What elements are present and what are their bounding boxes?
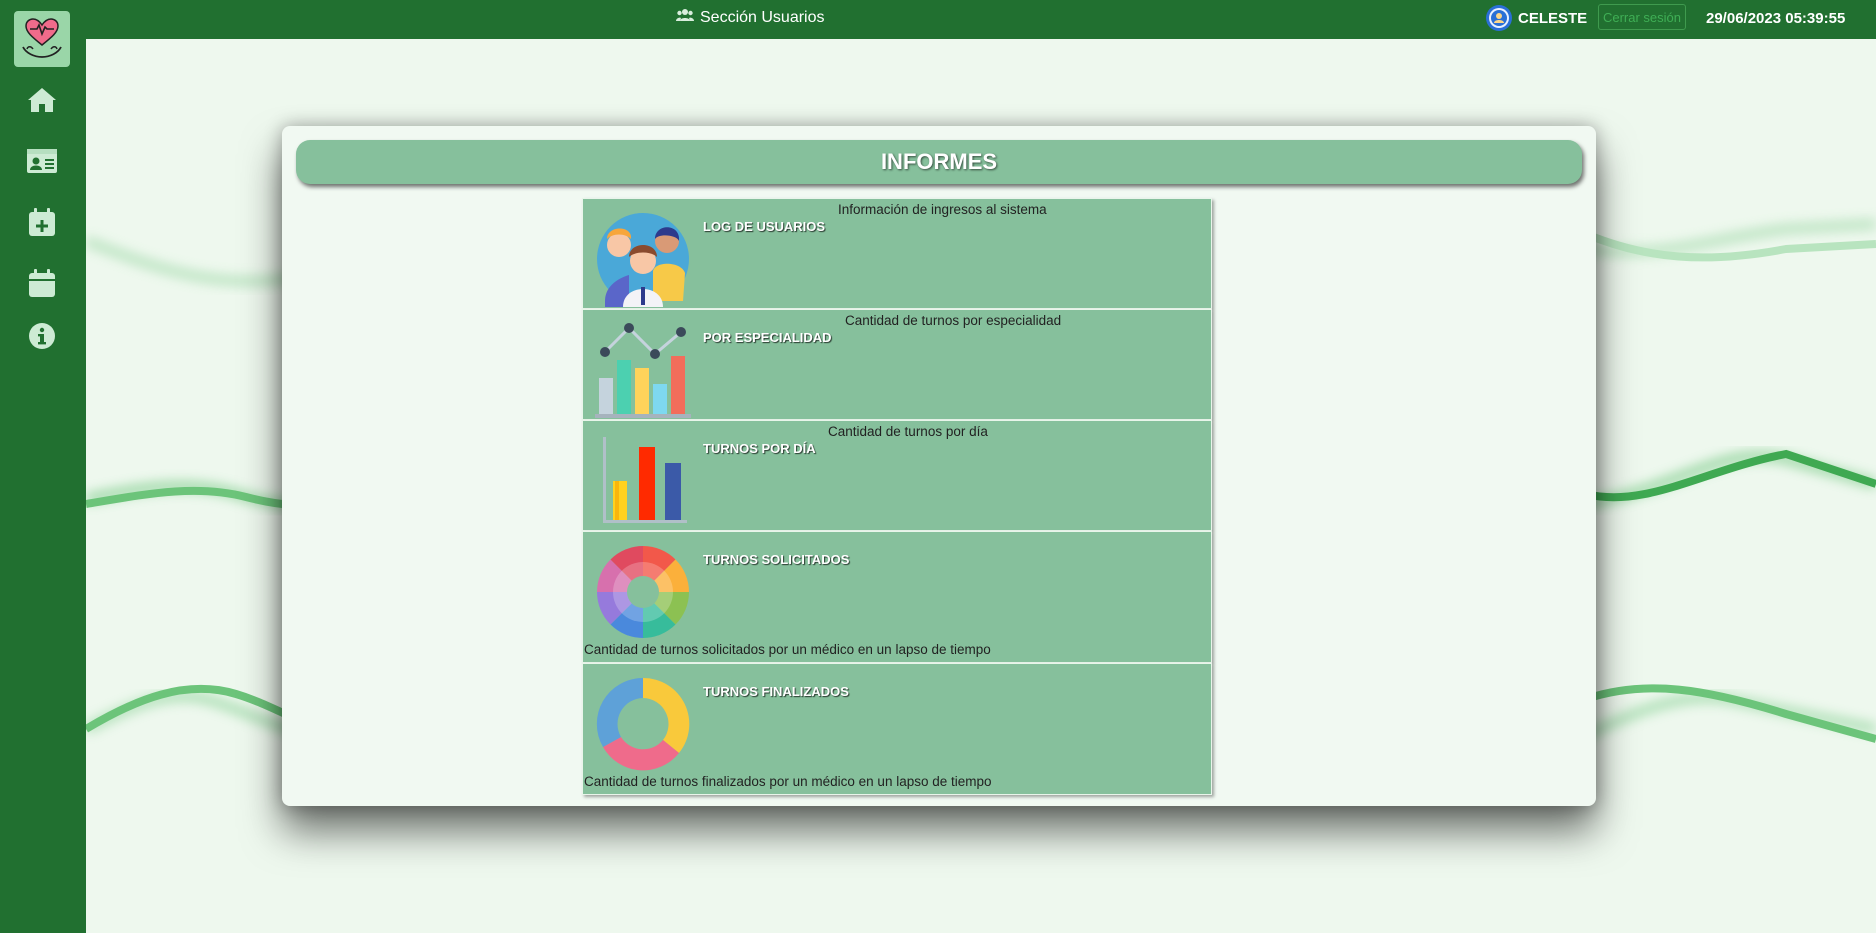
reports-panel: INFORMES LOG DE USUARIOS Información de … [282,126,1596,806]
report-list: LOG DE USUARIOS Información de ingresos … [582,198,1212,795]
report-description: Cantidad de turnos solicitados por un mé… [584,642,991,657]
users-group-icon [597,213,689,307]
report-description: Cantidad de turnos por día [828,424,988,439]
color-wheel-icon [597,546,689,638]
report-description: Cantidad de turnos finalizados por un mé… [584,774,992,789]
info-icon[interactable] [25,319,59,353]
report-item-turnos-finalizados[interactable]: TURNOS FINALIZADOS Cantidad de turnos fi… [582,663,1212,795]
panel-header: INFORMES [296,140,1582,184]
section-title: Sección Usuarios [676,8,825,27]
report-title: LOG DE USUARIOS [703,219,826,234]
report-item-turnos-por-dia[interactable]: TURNOS POR DÍA Cantidad de turnos por dí… [582,420,1212,531]
user-name: CELESTE [1518,9,1588,27]
report-item-turnos-solicitados[interactable]: TURNOS SOLICITADOS Cantidad de turnos so… [582,531,1212,663]
bar-chart-icon [603,437,687,523]
calendar-icon[interactable] [25,266,59,300]
report-description: Cantidad de turnos por especialidad [845,313,1062,328]
users-icon [676,8,694,27]
sidebar [0,0,86,933]
report-item-por-especialidad[interactable]: POR ESPECIALIDAD Cantidad de turnos por … [582,309,1212,420]
id-card-icon[interactable] [25,144,59,178]
app-logo[interactable] [14,11,70,67]
datetime: 29/06/2023 05:39:55 [1706,10,1846,27]
logout-button[interactable]: Cerrar sesión [1598,4,1686,30]
user-info: CELESTE [1486,5,1587,31]
donut-chart-icon [596,677,690,771]
report-title: POR ESPECIALIDAD [703,330,832,345]
section-title-text: Sección Usuarios [700,8,825,26]
home-icon[interactable] [25,83,59,117]
report-title: TURNOS SOLICITADOS [703,552,850,567]
top-bar: Sección Usuarios CELESTE Cerrar sesión 2… [0,0,1876,39]
panel-title: INFORMES [880,149,998,174]
report-description: Información de ingresos al sistema [838,202,1047,217]
report-title: TURNOS FINALIZADOS [703,684,849,699]
report-item-log-usuarios[interactable]: LOG DE USUARIOS Información de ingresos … [582,198,1212,309]
user-avatar-icon [1486,5,1512,31]
report-title: TURNOS POR DÍA [703,441,816,456]
heart-hands-logo-icon [22,18,62,58]
bar-line-chart-icon [595,323,691,418]
calendar-plus-icon[interactable] [25,205,59,239]
